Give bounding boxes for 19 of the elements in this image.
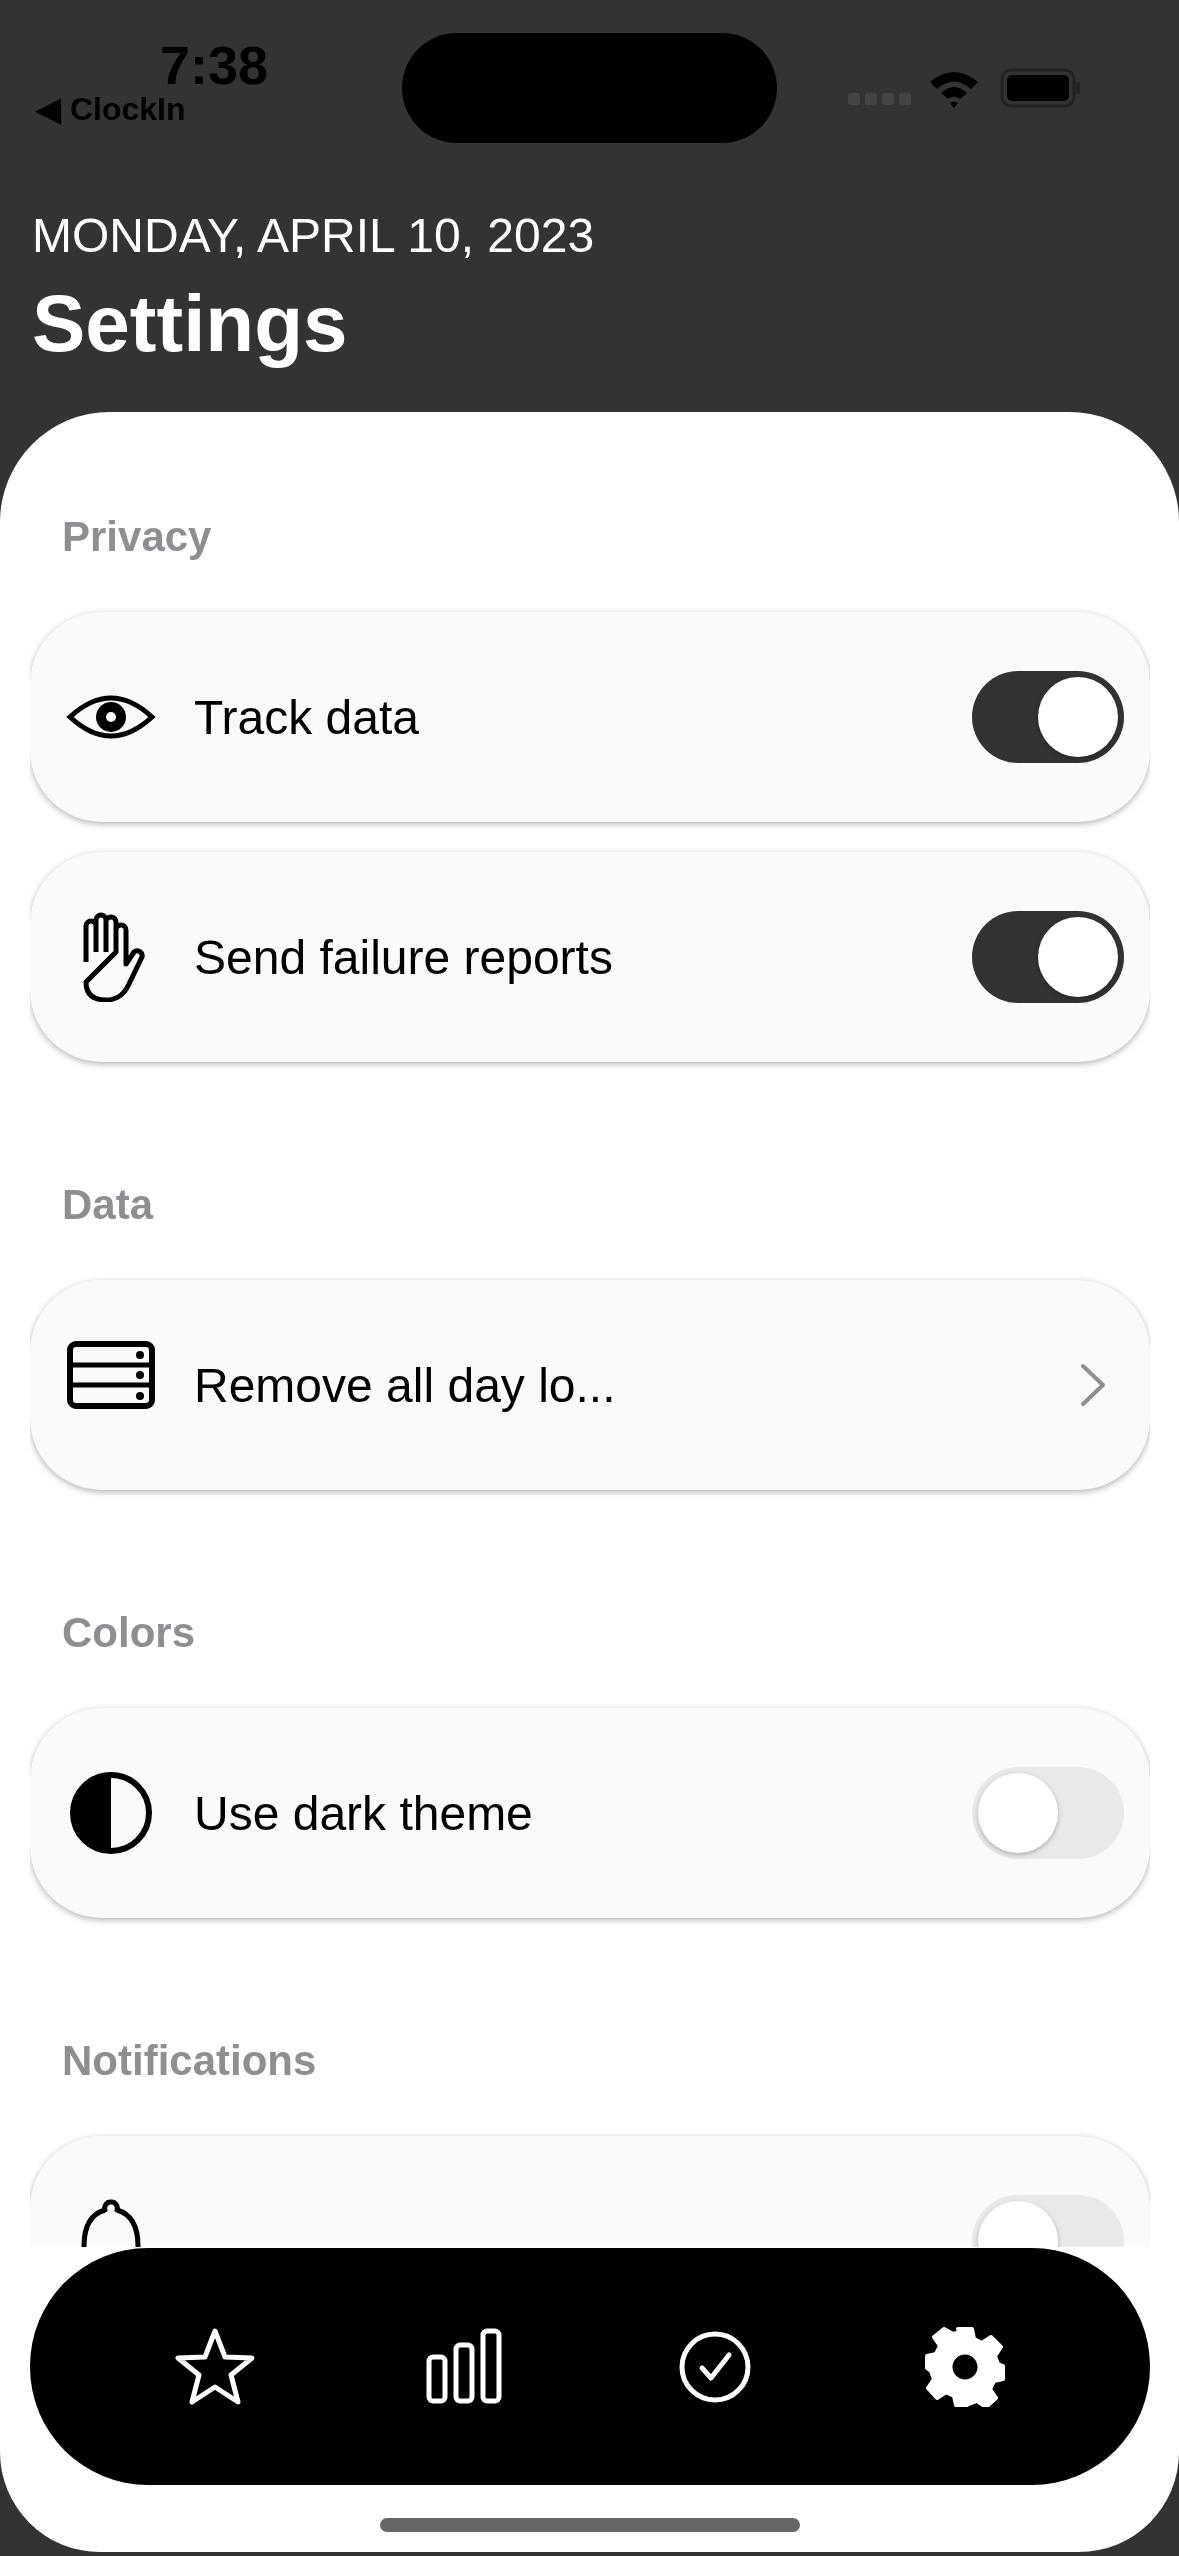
section-title: Privacy xyxy=(61,512,213,562)
settings-row[interactable]: Send failure reports xyxy=(30,852,1150,1062)
section-title: Colors xyxy=(61,1608,196,1658)
section-title: Data xyxy=(61,1180,155,1230)
chevron-icon xyxy=(1078,1362,1108,1408)
bar-chart-tab[interactable] xyxy=(425,2326,505,2407)
row-label: Remove all day lo... xyxy=(194,1357,617,1413)
section-title: Notifications xyxy=(61,2036,318,2086)
settings-tab[interactable] xyxy=(925,2326,1005,2407)
row-label: Use dark theme xyxy=(194,1785,534,1841)
settings-row[interactable]: Track data xyxy=(30,612,1150,822)
settings-row[interactable]: Remove all day lo... xyxy=(30,1280,1150,1490)
star-tab[interactable] xyxy=(175,2326,255,2407)
date-label: MONDAY, APRIL 10, 2023 xyxy=(31,208,596,264)
battery-icon xyxy=(1000,68,1082,108)
page-title: Settings xyxy=(31,278,349,370)
settings-row[interactable]: Use dark theme xyxy=(30,1708,1150,1918)
row-label: Send failure reports xyxy=(194,929,614,985)
row-label: Track data xyxy=(194,689,420,745)
